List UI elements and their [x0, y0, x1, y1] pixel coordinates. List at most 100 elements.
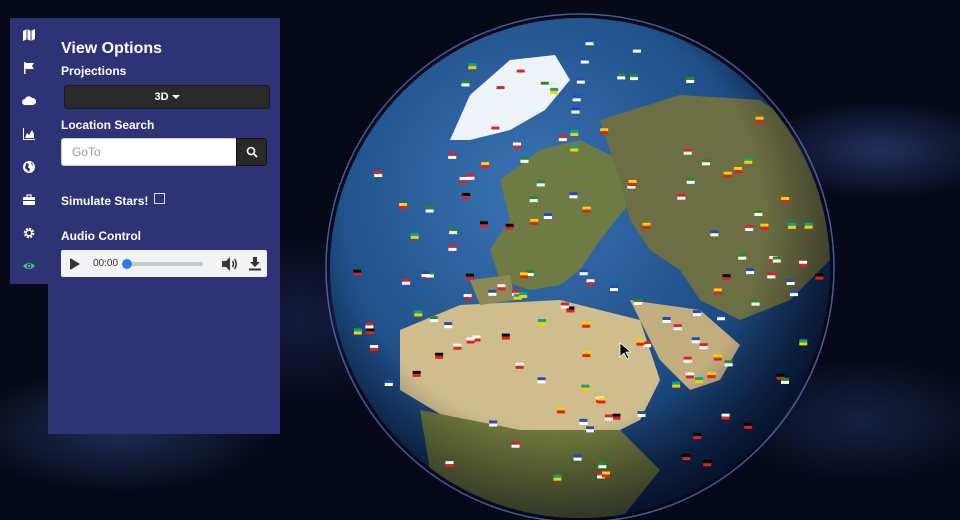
country-flag-marker[interactable]: [366, 328, 375, 335]
country-flag-marker[interactable]: [628, 180, 637, 186]
country-flag-marker[interactable]: [786, 279, 795, 285]
country-flag-marker[interactable]: [414, 310, 423, 317]
volume-button[interactable]: [221, 256, 239, 272]
country-flag-marker[interactable]: [604, 414, 613, 421]
country-flag-marker[interactable]: [586, 279, 595, 286]
country-flag-marker[interactable]: [543, 213, 552, 219]
country-flag-marker[interactable]: [693, 433, 702, 440]
country-flag-marker[interactable]: [632, 46, 641, 53]
country-flag-marker[interactable]: [571, 107, 580, 114]
country-flag-marker[interactable]: [634, 299, 642, 305]
country-flag-marker[interactable]: [686, 177, 695, 184]
country-flag-marker[interactable]: [673, 324, 682, 331]
country-flag-marker[interactable]: [597, 397, 606, 404]
country-flag-marker[interactable]: [610, 285, 618, 291]
country-flag-marker[interactable]: [573, 454, 582, 461]
simulate-stars-checkbox[interactable]: [154, 192, 166, 204]
country-flag-marker[interactable]: [488, 289, 497, 296]
country-flag-marker[interactable]: [600, 128, 609, 135]
country-flag-marker[interactable]: [722, 274, 731, 281]
country-flag-marker[interactable]: [410, 232, 419, 239]
country-flag-marker[interactable]: [723, 171, 732, 178]
country-flag-marker[interactable]: [799, 260, 808, 267]
country-flag-marker[interactable]: [497, 284, 506, 291]
country-flag-marker[interactable]: [491, 126, 500, 133]
country-flag-marker[interactable]: [435, 352, 444, 359]
play-button[interactable]: [69, 256, 85, 272]
country-flag-marker[interactable]: [703, 460, 712, 467]
country-flag-marker[interactable]: [760, 223, 769, 230]
country-flag-marker[interactable]: [529, 196, 538, 203]
country-flag-marker[interactable]: [745, 225, 754, 231]
country-flag-marker[interactable]: [582, 206, 591, 213]
country-flag-marker[interactable]: [468, 63, 477, 70]
search-button[interactable]: [236, 138, 267, 166]
country-flag-marker[interactable]: [772, 256, 781, 263]
country-flag-marker[interactable]: [538, 319, 546, 326]
country-flag-marker[interactable]: [767, 272, 776, 279]
country-flag-marker[interactable]: [781, 197, 790, 203]
country-flag-marker[interactable]: [520, 156, 529, 163]
country-flag-marker[interactable]: [755, 116, 764, 123]
country-flag-marker[interactable]: [685, 372, 694, 379]
country-flag-marker[interactable]: [713, 354, 722, 361]
country-flag-marker[interactable]: [580, 57, 589, 64]
country-flag-marker[interactable]: [586, 426, 594, 433]
country-flag-marker[interactable]: [579, 418, 588, 425]
country-flag-marker[interactable]: [672, 381, 681, 388]
country-flag-marker[interactable]: [501, 333, 510, 340]
country-flag-marker[interactable]: [804, 222, 813, 229]
area-chart-button[interactable]: [10, 117, 48, 150]
country-flag-marker[interactable]: [516, 69, 525, 76]
country-flag-marker[interactable]: [570, 130, 579, 136]
globe-button[interactable]: [10, 150, 48, 183]
country-flag-marker[interactable]: [519, 272, 528, 279]
country-flag-marker[interactable]: [449, 228, 458, 235]
country-flag-marker[interactable]: [630, 74, 638, 81]
country-flag-marker[interactable]: [662, 317, 671, 323]
country-flag-marker[interactable]: [560, 302, 569, 309]
map-button[interactable]: [10, 18, 48, 51]
cloud-button[interactable]: [10, 84, 48, 117]
settings-button[interactable]: [10, 216, 48, 249]
country-flag-marker[interactable]: [744, 422, 753, 429]
country-flag-marker[interactable]: [553, 474, 562, 481]
country-flag-marker[interactable]: [787, 222, 796, 229]
country-flag-marker[interactable]: [781, 377, 789, 384]
country-flag-marker[interactable]: [751, 299, 760, 306]
country-flag-marker[interactable]: [365, 322, 374, 329]
country-flag-marker[interactable]: [511, 441, 520, 448]
country-flag-marker[interactable]: [556, 407, 565, 414]
briefcase-button[interactable]: [10, 183, 48, 216]
country-flag-marker[interactable]: [598, 462, 607, 469]
country-flag-marker[interactable]: [693, 310, 701, 317]
country-flag-marker[interactable]: [682, 454, 691, 461]
country-flag-marker[interactable]: [581, 384, 590, 391]
country-flag-marker[interactable]: [353, 269, 362, 276]
country-flag-marker[interactable]: [683, 148, 692, 155]
country-flag-marker[interactable]: [402, 278, 411, 285]
country-flag-marker[interactable]: [466, 173, 475, 180]
country-flag-marker[interactable]: [734, 167, 743, 173]
country-flag-marker[interactable]: [721, 413, 730, 420]
country-flag-marker[interactable]: [691, 337, 700, 344]
country-flag-marker[interactable]: [489, 420, 498, 427]
country-flag-marker[interactable]: [579, 269, 588, 276]
country-flag-marker[interactable]: [558, 135, 567, 142]
country-flag-marker[interactable]: [466, 273, 474, 280]
country-flag-marker[interactable]: [370, 345, 379, 351]
country-flag-marker[interactable]: [421, 271, 430, 277]
country-flag-marker[interactable]: [481, 162, 490, 169]
country-flag-marker[interactable]: [576, 77, 585, 84]
location-search-input[interactable]: [61, 138, 236, 166]
country-flag-marker[interactable]: [612, 413, 621, 420]
country-flag-marker[interactable]: [540, 81, 549, 88]
country-flag-marker[interactable]: [677, 193, 686, 200]
audio-seek-thumb[interactable]: [122, 258, 132, 269]
country-flag-marker[interactable]: [384, 380, 393, 386]
country-flag-marker[interactable]: [505, 223, 514, 230]
country-flag-marker[interactable]: [515, 362, 524, 369]
country-flag-marker[interactable]: [815, 273, 824, 280]
country-flag-marker[interactable]: [789, 290, 798, 297]
country-flag-marker[interactable]: [585, 39, 594, 46]
